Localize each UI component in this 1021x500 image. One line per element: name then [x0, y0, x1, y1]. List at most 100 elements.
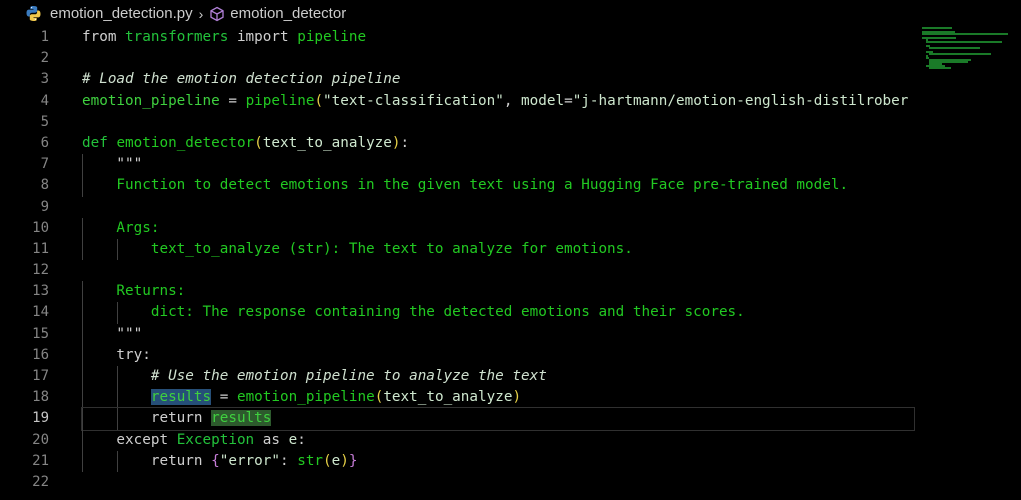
code-line[interactable]: 12 [0, 260, 1021, 281]
code-token: "j-hartmann/emotion-english-distilrober [572, 92, 909, 109]
code-line[interactable]: 1 from transformers import pipeline [0, 27, 1021, 48]
code-token: from [82, 29, 126, 45]
code-line[interactable]: 16 try: [0, 344, 1021, 366]
code-token: text_to_analyze [383, 389, 513, 406]
line-content[interactable]: text_to_analyze (str): The text to analy… [82, 238, 914, 261]
code-line[interactable]: 20 except Exception as e: [0, 429, 1021, 451]
line-content[interactable]: # Use the emotion pipeline to analyze th… [82, 366, 914, 388]
indent-guide [116, 366, 118, 388]
line-number: 16 [32, 346, 49, 363]
code-token: import [228, 29, 298, 45]
code-line[interactable]: 19 return results [0, 407, 1021, 431]
line-content[interactable]: # Load the emotion detection pipeline [82, 69, 914, 90]
code-editor[interactable]: emotion_detection.py › emotion_detector … [0, 0, 1021, 500]
code-token: ( [254, 134, 263, 151]
line-content[interactable]: Returns: [82, 281, 914, 303]
code-line[interactable]: 2 [0, 48, 1021, 69]
line-content[interactable]: return {"error": str(e)} [82, 450, 914, 472]
line-content[interactable]: def emotion_detector(text_to_analyze): [82, 133, 914, 154]
code-line[interactable]: 15 """ [0, 323, 1021, 345]
indent-guide [82, 238, 83, 261]
line-number: 10 [32, 219, 49, 236]
line-content[interactable]: Args: [82, 217, 914, 239]
line-content[interactable]: Function to detect emotions in the given… [82, 175, 914, 197]
line-number: 22 [32, 473, 49, 490]
code-token: pipeline [297, 29, 367, 45]
line-number: 20 [32, 431, 49, 448]
minimap-line [929, 47, 980, 49]
code-token: emotion_detector [116, 134, 255, 151]
code-line[interactable]: 9 [0, 197, 1021, 218]
line-number: 18 [32, 389, 49, 406]
symbol-method-icon [209, 6, 225, 22]
code-line[interactable]: 7 """ [0, 154, 1021, 176]
indent-guide [116, 387, 118, 409]
code-token: model [521, 92, 565, 109]
code-line[interactable]: 18 results = emotion_pipeline(text_to_an… [0, 387, 1021, 409]
code-token: as [254, 431, 289, 448]
code-token: , [503, 92, 522, 109]
code-token: results [150, 389, 212, 406]
line-content[interactable]: from transformers import pipeline [82, 27, 914, 48]
code-line[interactable]: 6 def emotion_detector(text_to_analyze): [0, 133, 1021, 154]
line-content[interactable]: return results [81, 407, 915, 431]
line-number: 21 [32, 452, 49, 469]
minimap-line [922, 33, 1009, 35]
code-line[interactable]: 13 Returns: [0, 281, 1021, 303]
code-token: e [288, 431, 298, 448]
code-token: : [400, 134, 410, 151]
code-line[interactable]: 4 emotion_pipeline = pipeline("text-class… [0, 91, 1021, 112]
breadcrumb-file[interactable]: emotion_detection.py [50, 5, 193, 22]
code-token: emotion_pipeline [82, 92, 220, 109]
indent-guide [116, 238, 118, 261]
line-number: 11 [32, 240, 49, 257]
code-line[interactable]: 14 dict: The response containing the det… [0, 302, 1021, 324]
code-token: "error" [219, 452, 280, 469]
line-number: 1 [40, 29, 49, 45]
line-number: 2 [40, 50, 49, 67]
line-content[interactable]: except Exception as e: [82, 429, 914, 451]
code-token: def [82, 134, 117, 151]
code-token: ) [391, 134, 401, 151]
line-content[interactable]: dict: The response containing the detect… [82, 302, 914, 324]
code-token: : [297, 431, 306, 448]
code-line[interactable]: 8 Function to detect emotions in the giv… [0, 175, 1021, 197]
code-token: text_to_analyze (str): The text to analy… [82, 240, 633, 257]
indent-guide [82, 408, 83, 430]
minimap-line [922, 27, 952, 29]
line-content[interactable]: emotion_pipeline = pipeline("text-classi… [82, 91, 914, 112]
minimap[interactable] [922, 27, 1021, 87]
line-content[interactable]: results = emotion_pipeline(text_to_analy… [82, 387, 914, 409]
code-token: } [348, 452, 358, 469]
code-token: = [219, 92, 246, 109]
indent-guide [82, 366, 83, 388]
code-token: ) [512, 389, 522, 406]
code-token: = [211, 389, 237, 406]
code-line[interactable]: 3 # Load the emotion detection pipeline [0, 69, 1021, 90]
code-token: return [82, 410, 212, 427]
breadcrumb-symbol[interactable]: emotion_detector [230, 5, 346, 22]
code-line[interactable]: 17 # Use the emotion pipeline to analyze… [0, 366, 1021, 388]
code-lines[interactable]: 1 from transformers import pipeline 2 3 # Lo… [0, 27, 1021, 493]
indent-guide [82, 302, 83, 324]
line-number: 9 [40, 198, 49, 215]
line-number: 17 [32, 368, 49, 384]
code-token: Exception [176, 431, 255, 448]
line-content[interactable]: """ [82, 323, 914, 345]
line-number: 3 [40, 71, 49, 88]
chevron-right-icon: › [198, 5, 204, 22]
code-line[interactable]: 22 [0, 472, 1021, 493]
code-token: emotion_pipeline [236, 389, 375, 406]
indent-guide [82, 175, 83, 197]
code-token: Returns: [82, 283, 186, 300]
code-line[interactable]: 21 return {"error": str(e)} [0, 450, 1021, 472]
breadcrumb: emotion_detection.py › emotion_detector [0, 0, 1021, 27]
line-number: 5 [40, 113, 49, 130]
code-line[interactable]: 5 [0, 112, 1021, 133]
line-content[interactable]: """ [82, 154, 914, 176]
code-line[interactable]: 10 Args: [0, 217, 1021, 239]
line-content[interactable]: try: [82, 344, 914, 366]
indent-guide [116, 408, 118, 430]
line-number: 8 [40, 177, 49, 194]
code-line[interactable]: 11 text_to_analyze (str): The text to an… [0, 238, 1021, 261]
